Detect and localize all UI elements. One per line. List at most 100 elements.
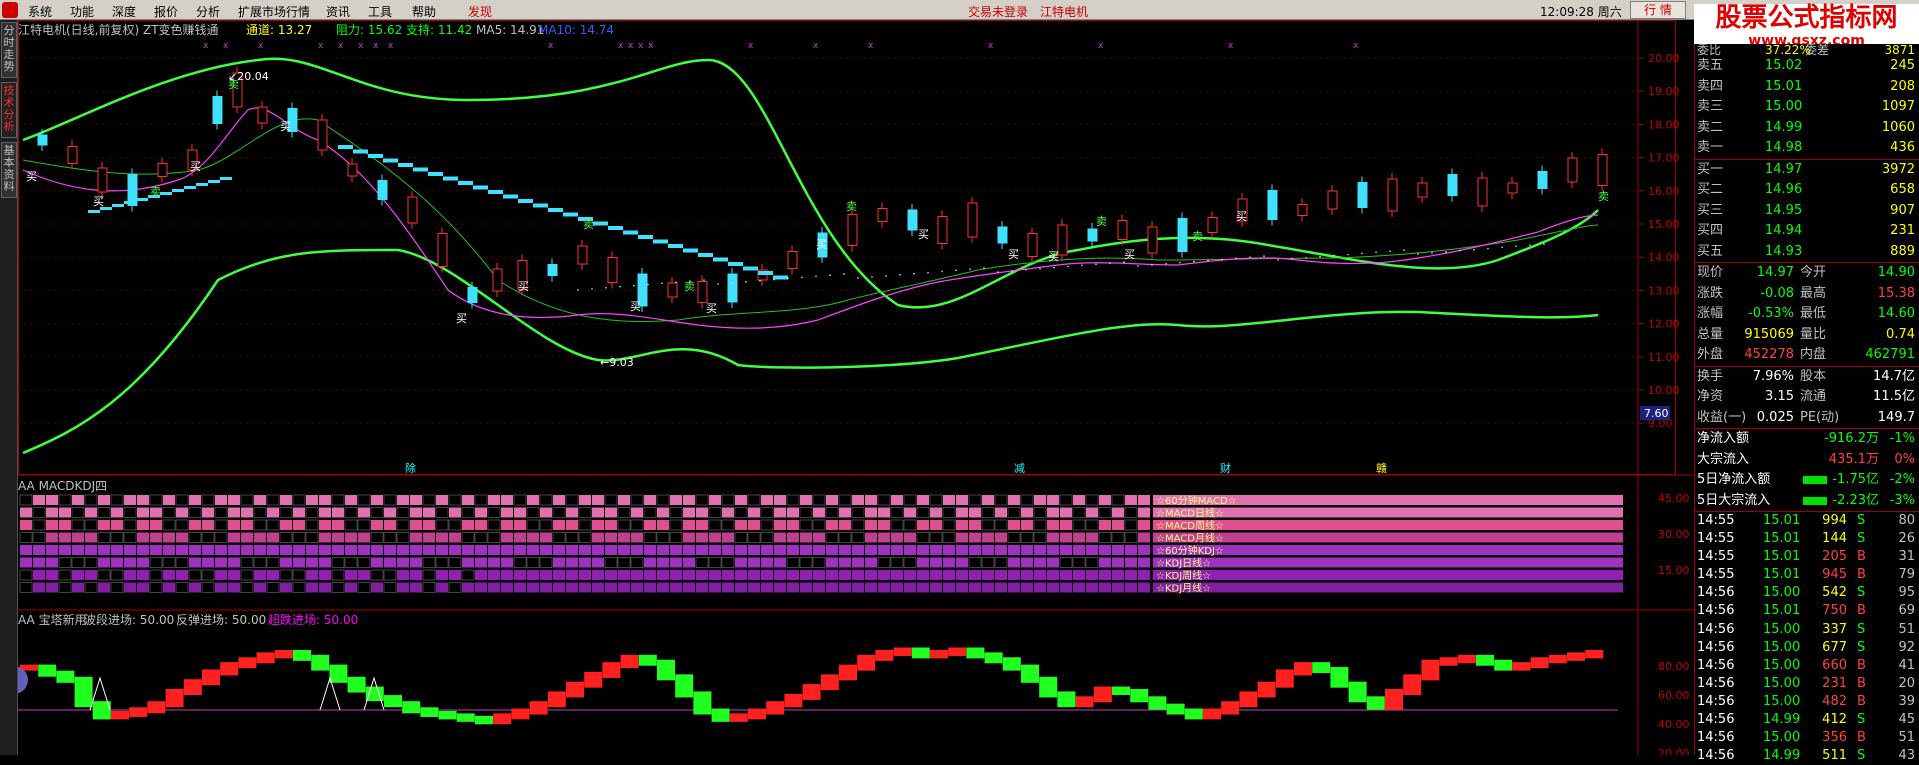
event-marker[interactable]: 赣 — [1376, 461, 1387, 475]
ask-row[interactable]: 卖一 14.98 436 — [1695, 138, 1919, 159]
tick-row[interactable]: 14:56 15.00 660 B 41 — [1695, 657, 1919, 675]
stat-row[interactable]: 现价 14.97 今开 14.90 — [1695, 263, 1919, 284]
signal-cell — [59, 520, 71, 530]
candle-body — [577, 245, 588, 265]
signal-cell — [293, 507, 305, 518]
channel-step — [593, 221, 608, 226]
tower-bar — [820, 674, 839, 691]
menu-item-function[interactable]: 功能 — [70, 3, 94, 20]
stat-row[interactable]: 外盘 452278 内盘 462791 — [1695, 345, 1919, 366]
tab-technical[interactable]: 技术分析 — [1, 82, 17, 138]
tick-row[interactable]: 14:56 14.99 412 S 45 — [1695, 711, 1919, 729]
menu-item-tools[interactable]: 工具 — [368, 3, 392, 20]
channel-dot — [605, 287, 607, 289]
channel-dot — [591, 288, 593, 290]
share-stat-row[interactable]: 换手 7.96% 股本 14.7亿 — [1695, 367, 1919, 388]
bid-row[interactable]: 买三 14.95 907 — [1695, 201, 1919, 222]
app-logo-icon[interactable] — [2, 2, 18, 18]
menu-item-depth[interactable]: 深度 — [112, 3, 136, 20]
stat-row[interactable]: 涨跌 -0.08 最高 15.38 — [1695, 284, 1919, 305]
ask-row[interactable]: 卖五 15.02 245 — [1695, 56, 1919, 77]
tick-row[interactable]: 14:56 15.00 677 S 92 — [1695, 639, 1919, 657]
signal-cell — [371, 557, 383, 568]
signal-cell — [969, 507, 981, 518]
chart-area[interactable]: 20.00 19.00 18.00 17.00 16.00 15.00 14.00 13.00… — [0, 20, 1694, 760]
signal-cell — [865, 582, 877, 593]
stat-row[interactable]: 总量 915069 量比 0.74 — [1695, 325, 1919, 346]
signal-cell — [813, 545, 825, 555]
signal-x-mark: x — [748, 41, 754, 51]
menu-item-news[interactable]: 资讯 — [326, 3, 350, 20]
signal-cell — [475, 520, 487, 530]
tick-row[interactable]: 14:56 15.00 542 S 95 — [1695, 584, 1919, 602]
quote-mode-button[interactable]: 行 情 — [1630, 1, 1686, 19]
signal-cell — [149, 569, 163, 581]
signal-cell — [644, 582, 656, 593]
tab-intraday[interactable]: 分时走势 — [1, 22, 17, 78]
signal-cell — [1138, 507, 1150, 518]
bid-row[interactable]: 买二 14.96 658 — [1695, 180, 1919, 201]
event-marker[interactable]: 减 — [1014, 462, 1025, 475]
sell-signal: 卖 — [684, 280, 695, 293]
flow-row[interactable]: 净流入额 -916.2万 -1% — [1695, 429, 1919, 450]
channel-step — [398, 163, 413, 167]
menu-item-analysis[interactable]: 分析 — [196, 3, 220, 20]
event-marker[interactable]: 财 — [1220, 461, 1231, 475]
signal-cell — [787, 582, 799, 593]
tick-row[interactable]: 14:56 15.00 482 B 39 — [1695, 693, 1919, 711]
tick-row[interactable]: 14:56 15.00 231 B 20 — [1695, 675, 1919, 693]
signal-cell — [878, 520, 890, 530]
tick-row[interactable]: 14:56 14.99 511 S 43 — [1695, 747, 1919, 765]
signal-cell — [592, 532, 604, 543]
y-tick-label: 13.00 — [1648, 284, 1680, 297]
bid-row[interactable]: 买五 14.93 889 — [1695, 242, 1919, 263]
menu-item-extended-market[interactable]: 扩展市场行情 — [238, 3, 310, 20]
signal-cell — [800, 495, 812, 505]
bid-row[interactable]: 买四 14.94 231 — [1695, 221, 1919, 242]
signal-cell — [761, 545, 773, 555]
share-stat-row[interactable]: 净资 3.15 流通 11.5亿 — [1695, 387, 1919, 408]
channel-dot — [1039, 267, 1041, 270]
ask-row[interactable]: 卖四 15.01 208 — [1695, 77, 1919, 98]
menu-item-quote[interactable]: 报价 — [154, 3, 178, 20]
signal-cell — [1099, 520, 1111, 530]
tab-fundamentals[interactable]: 基本资料 — [1, 142, 17, 198]
tower-bar — [1112, 686, 1130, 695]
signal-cell — [72, 570, 84, 580]
signal-cell — [462, 545, 474, 555]
event-marker[interactable]: 除 — [405, 461, 416, 475]
ask-row[interactable]: 卖三 15.00 1097 — [1695, 97, 1919, 118]
tower-bar — [675, 674, 694, 698]
bid-row[interactable]: 买一 14.97 3972 — [1695, 160, 1919, 181]
tick-row[interactable]: 14:56 15.01 750 B 69 — [1695, 602, 1919, 620]
channel-dot — [1347, 253, 1349, 256]
tick-row[interactable]: 14:55 15.01 945 B 79 — [1695, 566, 1919, 584]
stat-row[interactable]: 涨幅 -0.53% 最低 14.60 — [1695, 304, 1919, 325]
tick-row[interactable]: 14:55 15.01 144 S 26 — [1695, 530, 1919, 548]
signal-cell — [202, 520, 214, 530]
share-stat-row[interactable]: 收益(一) 0.025 PE(动) 149.7 — [1695, 408, 1919, 429]
flow-row[interactable]: 5日大宗流入 -2.23亿 -3% — [1695, 491, 1919, 512]
tower-bar — [347, 676, 366, 693]
tower-bar — [748, 708, 766, 720]
signal-cell — [46, 582, 58, 593]
ask-row[interactable]: 卖二 14.99 1060 — [1695, 118, 1919, 139]
signal-cell — [800, 532, 812, 543]
tick-row[interactable]: 14:56 15.00 337 S 51 — [1695, 621, 1919, 639]
signal-cell — [1007, 507, 1021, 518]
signal-cell — [149, 494, 163, 506]
tick-row[interactable]: 14:55 15.01 994 S 80 — [1695, 512, 1919, 530]
menu-item-discover[interactable]: 发现 — [468, 3, 492, 20]
tick-row[interactable]: 14:55 15.01 205 B 31 — [1695, 548, 1919, 566]
menu-item-help[interactable]: 帮助 — [412, 3, 436, 20]
flow-row[interactable]: 5日净流入额 -1.75亿 -2% — [1695, 470, 1919, 491]
channel-dot — [1487, 247, 1489, 250]
signal-cell — [344, 519, 358, 531]
signal-cell — [436, 545, 448, 555]
menu-item-system[interactable]: 系统 — [28, 3, 52, 20]
tick-row[interactable]: 14:56 15.00 356 B 51 — [1695, 729, 1919, 747]
signal-cell — [1085, 557, 1099, 568]
flow-bar — [1803, 496, 1827, 505]
flow-row[interactable]: 大宗流入 435.1万 0% — [1695, 450, 1919, 471]
signal-cell — [410, 545, 422, 555]
